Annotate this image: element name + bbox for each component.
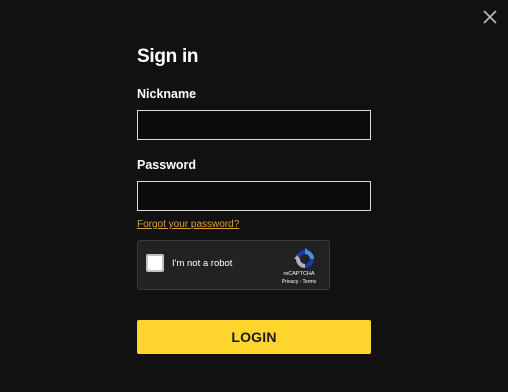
password-input[interactable] [137, 181, 371, 211]
page-title: Sign in [137, 46, 199, 67]
recaptcha-logo-icon [294, 248, 314, 268]
recaptcha-privacy-terms-link[interactable]: Privacy - Terms [275, 279, 323, 286]
forgot-password-link[interactable]: Forgot your password? [137, 218, 239, 232]
nickname-input[interactable] [137, 110, 371, 140]
recaptcha-checkbox[interactable] [146, 254, 164, 272]
close-button[interactable] [482, 9, 498, 25]
recaptcha-widget: I'm not a robot reCAPTCHA Privacy - Term… [137, 240, 330, 290]
password-label: Password [137, 158, 197, 172]
close-icon [483, 10, 497, 24]
sign-in-modal: Sign in Nickname Password Forgot your pa… [0, 0, 508, 392]
sign-in-form: Sign in Nickname Password Forgot your pa… [137, 44, 371, 354]
nickname-label: Nickname [137, 87, 197, 101]
login-button[interactable]: LOGIN [137, 320, 371, 354]
recaptcha-checkbox-label: I'm not a robot [172, 258, 233, 269]
recaptcha-brand: reCAPTCHA [283, 271, 315, 277]
